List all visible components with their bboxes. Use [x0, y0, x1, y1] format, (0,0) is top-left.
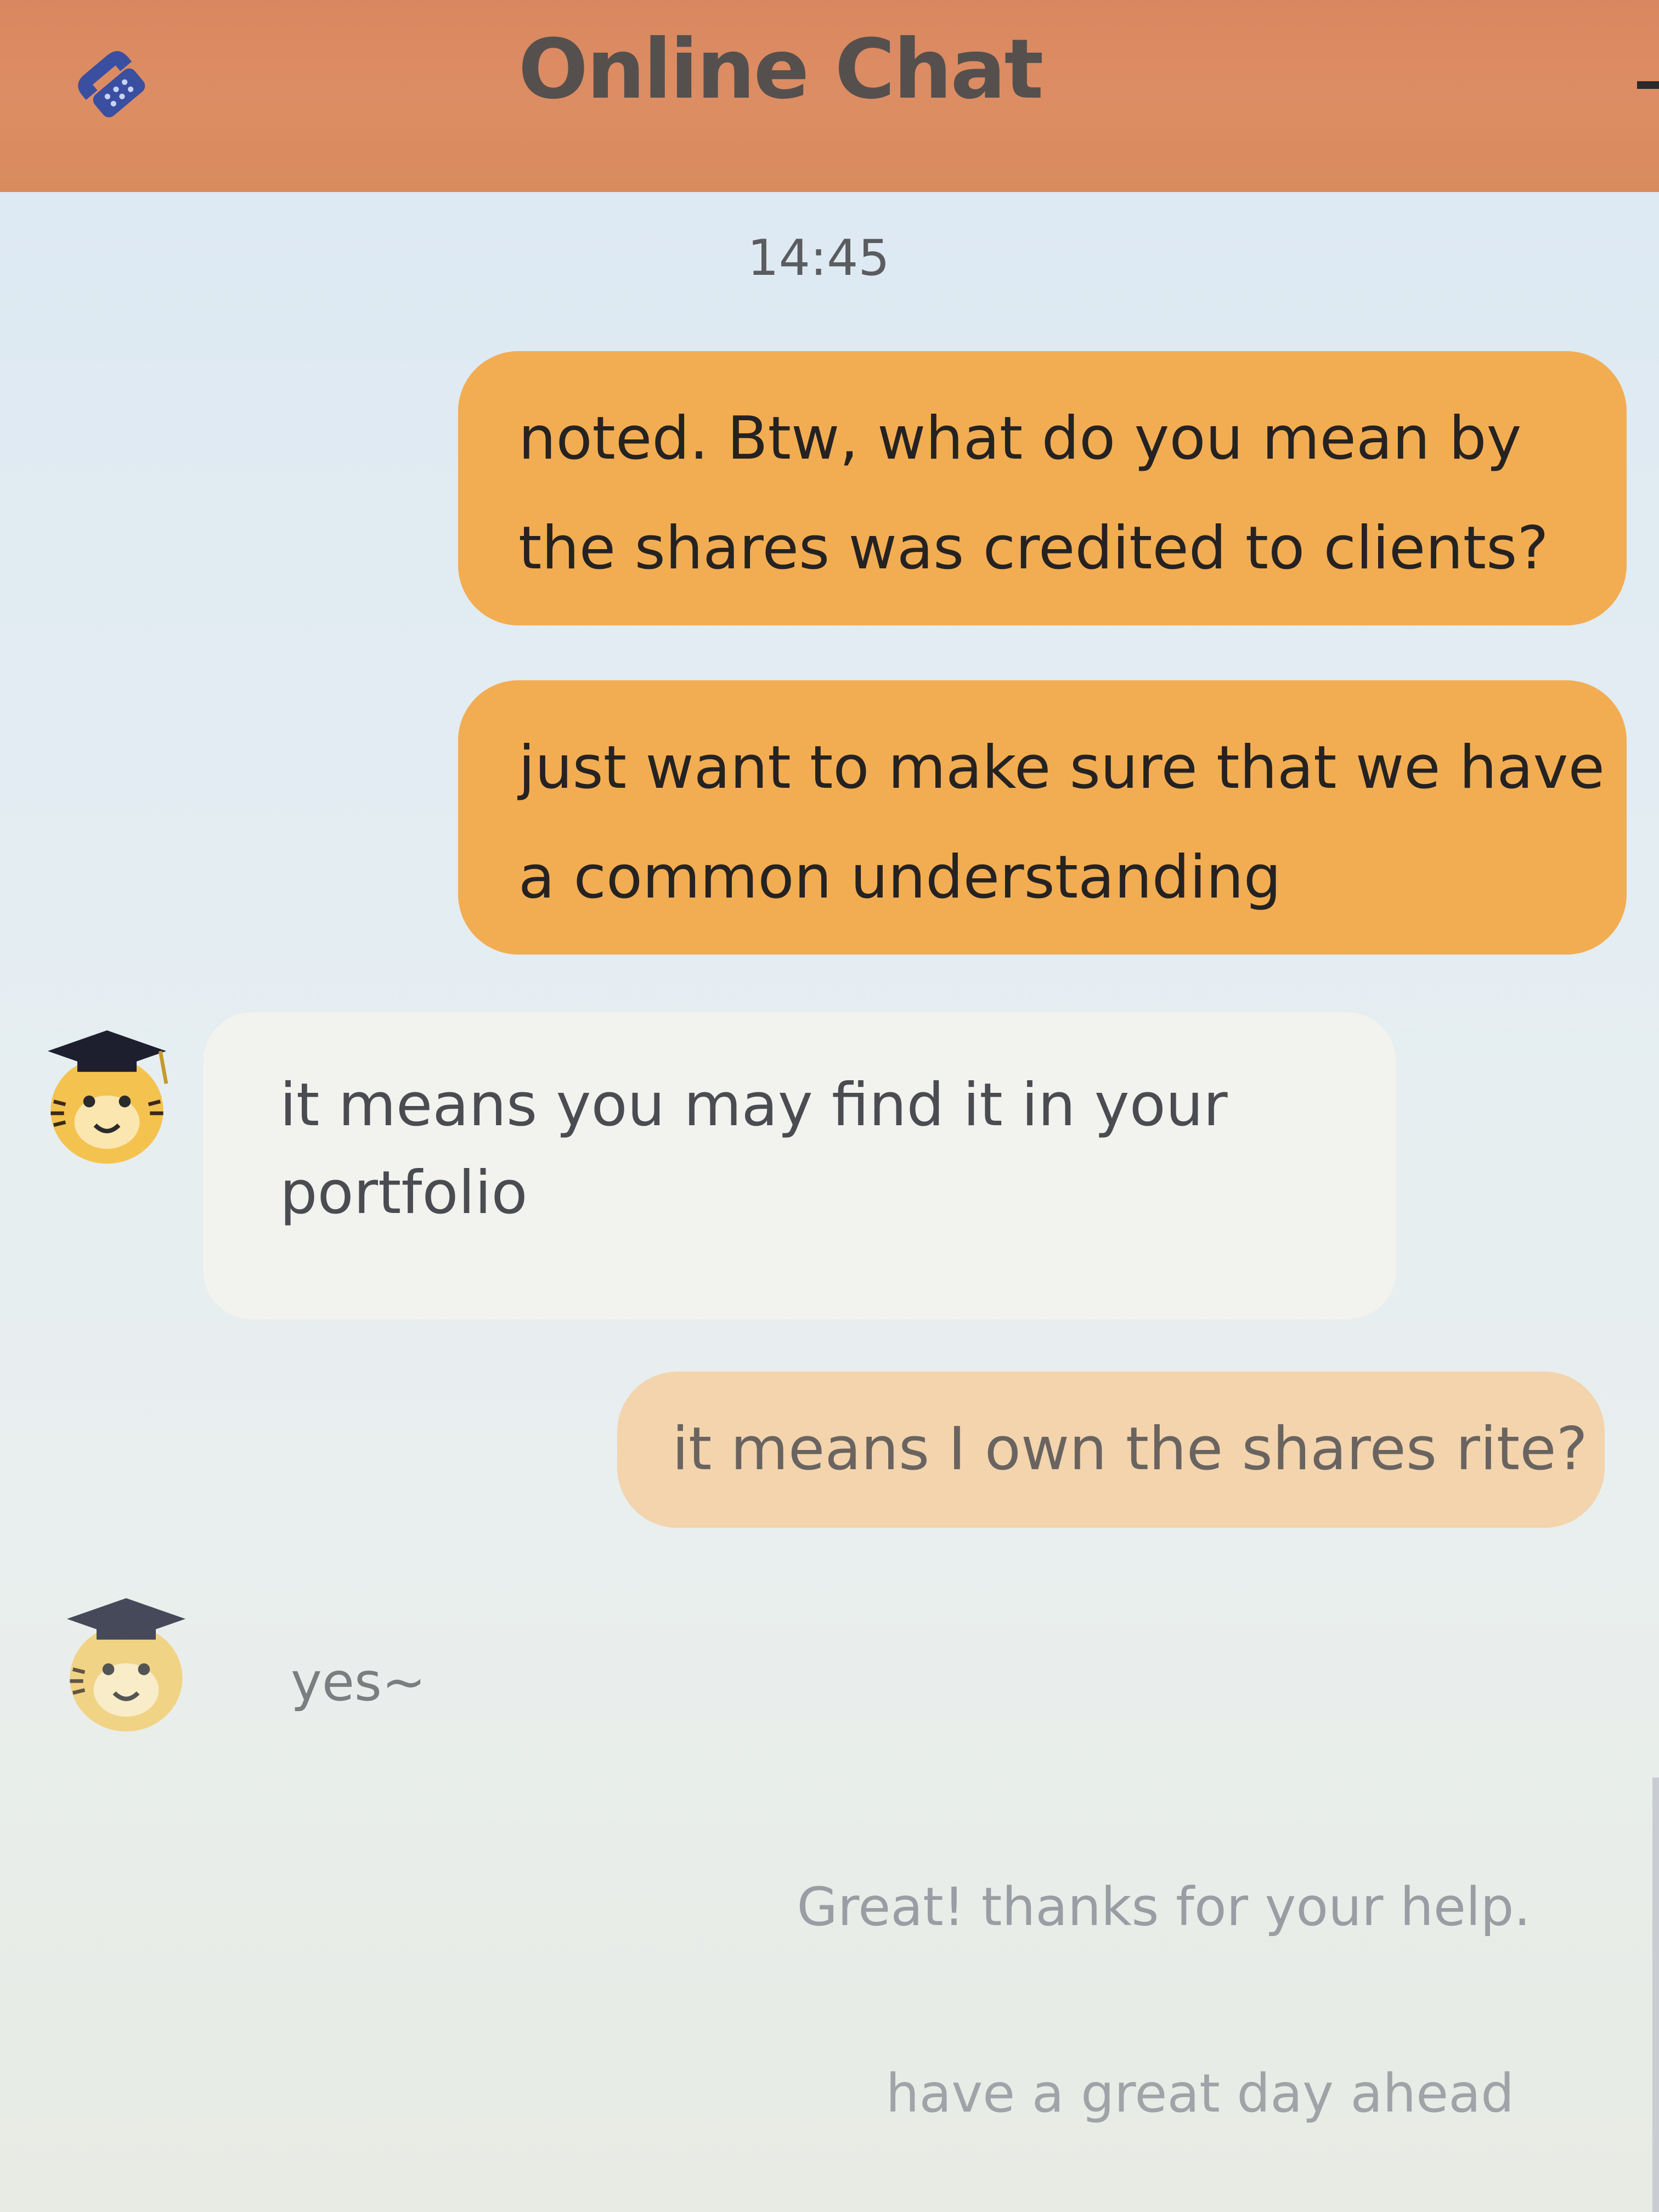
user-message-bubble: just want to make sure that we have a co…	[458, 680, 1627, 955]
scrollbar[interactable]	[1652, 1778, 1659, 2212]
message-line: the shares was credited to clients?	[518, 514, 1549, 583]
message-timestamp: 14:45	[747, 229, 890, 287]
message-line: a common understanding	[518, 843, 1282, 912]
message-line: it means I own the shares rite?	[672, 1415, 1588, 1483]
message-line: just want to make sure that we have	[518, 733, 1605, 802]
chat-title: Online Chat	[518, 22, 1044, 117]
minimize-icon[interactable]	[1637, 81, 1659, 89]
message-line: portfolio	[280, 1159, 528, 1227]
tiger-graduate-avatar	[48, 1030, 168, 1164]
agent-message-bubble: it means you may find it in your portfol…	[203, 1012, 1396, 1319]
tiger-graduate-avatar	[67, 1598, 185, 1732]
user-message-text: have a great day ahead	[885, 2063, 1514, 2124]
user-message-bubble: noted. Btw, what do you mean by the shar…	[458, 351, 1627, 625]
chat-header: Online Chat	[0, 0, 1659, 192]
message-line: noted. Btw, what do you mean by	[518, 404, 1522, 473]
message-line: it means you may find it in your	[280, 1071, 1228, 1139]
user-message-bubble: it means I own the shares rite?	[617, 1372, 1605, 1528]
agent-message-text: yes~	[291, 1651, 426, 1713]
user-message-text: Great! thanks for your help.	[797, 1876, 1531, 1938]
